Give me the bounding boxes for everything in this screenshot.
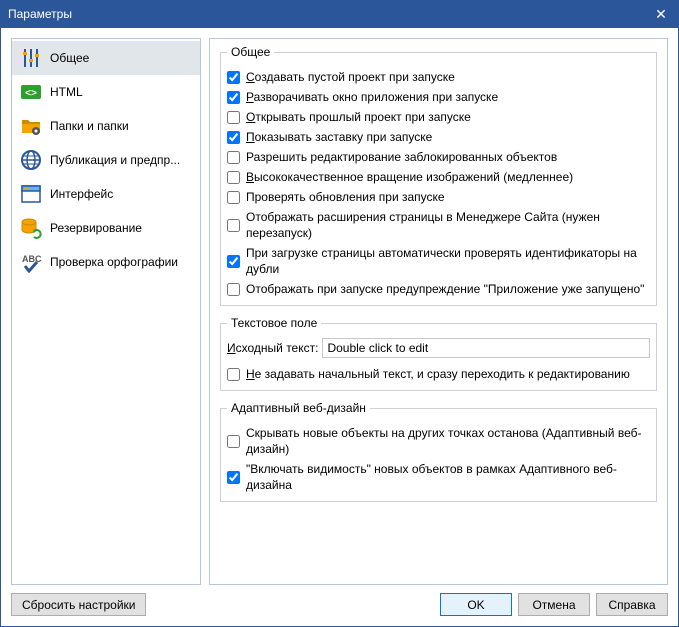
checkbox-label: Разворачивать окно приложения при запуск… <box>246 89 498 105</box>
checkbox-input[interactable] <box>227 283 240 296</box>
spellcheck-icon: ABC <box>20 251 42 273</box>
sidebar-item-html[interactable]: <> HTML <box>12 75 200 109</box>
checkbox-input[interactable] <box>227 191 240 204</box>
group-textfield: Текстовое поле Исходный текст: Не задава… <box>220 316 657 391</box>
general-row[interactable]: Создавать пустой проект при запуске <box>227 67 650 87</box>
folder-gear-icon <box>20 115 42 137</box>
checkbox-input[interactable] <box>227 471 240 484</box>
group-general-legend: Общее <box>227 45 274 59</box>
group-textfield-legend: Текстовое поле <box>227 316 321 330</box>
general-row[interactable]: Проверять обновления при запуске <box>227 187 650 207</box>
sidebar-item-label: HTML <box>50 85 83 99</box>
titlebar: Параметры ✕ <box>0 0 679 28</box>
checkbox-input[interactable] <box>227 71 240 84</box>
source-text-input[interactable] <box>322 338 650 358</box>
sidebar-item-label: Папки и папки <box>50 119 129 133</box>
general-row[interactable]: Показывать заставку при запуске <box>227 127 650 147</box>
checkbox-label: Показывать заставку при запуске <box>246 129 432 145</box>
database-refresh-icon <box>20 217 42 239</box>
checkbox-input[interactable] <box>227 171 240 184</box>
checkbox-input[interactable] <box>227 91 240 104</box>
checkbox-input[interactable] <box>227 151 240 164</box>
general-row[interactable]: Высококачественное вращение изображений … <box>227 167 650 187</box>
checkbox-input[interactable] <box>227 255 240 268</box>
group-general: Общее Создавать пустой проект при запуск… <box>220 45 657 306</box>
checkbox-label: Отображать при запуске предупреждение "П… <box>246 281 644 297</box>
general-row[interactable]: Отображать при запуске предупреждение "П… <box>227 279 650 299</box>
cancel-button[interactable]: Отмена <box>518 593 590 616</box>
sidebar-item-general[interactable]: Общее <box>12 41 200 75</box>
checkbox-label: Высококачественное вращение изображений … <box>246 169 573 185</box>
group-responsive-legend: Адаптивный веб-дизайн <box>227 401 370 415</box>
checkbox-label: "Включать видимость" новых объектов в ра… <box>246 461 650 493</box>
window-icon <box>20 183 42 205</box>
general-row[interactable]: Отображать расширения страницы в Менедже… <box>227 207 650 243</box>
checkbox-input[interactable] <box>227 368 240 381</box>
sidebar-item-backup[interactable]: Резервирование <box>12 211 200 245</box>
reset-button[interactable]: Сбросить настройки <box>11 593 146 616</box>
checkbox-input[interactable] <box>227 111 240 124</box>
sidebar-item-label: Общее <box>50 51 89 65</box>
sidebar: Общее <> HTML <box>11 38 201 585</box>
general-row[interactable]: Разворачивать окно приложения при запуск… <box>227 87 650 107</box>
sidebar-item-publish[interactable]: Публикация и предпр... <box>12 143 200 177</box>
general-row[interactable]: Открывать прошлый проект при запуске <box>227 107 650 127</box>
checkbox-label: Отображать расширения страницы в Менедже… <box>246 209 650 241</box>
source-text-label: Исходный текст: <box>227 341 318 355</box>
help-button[interactable]: Справка <box>596 593 668 616</box>
sidebar-item-label: Проверка орфографии <box>50 255 178 269</box>
checkbox-label: Скрывать новые объекты на других точках … <box>246 425 650 457</box>
checkbox-label: Не задавать начальный текст, и сразу пер… <box>246 366 630 382</box>
checkbox-label: Открывать прошлый проект при запуске <box>246 109 471 125</box>
close-icon[interactable]: ✕ <box>651 6 671 23</box>
sidebar-item-label: Интерфейс <box>50 187 113 201</box>
checkbox-skip-initial[interactable]: Не задавать начальный текст, и сразу пер… <box>227 364 650 384</box>
ok-button[interactable]: OK <box>440 593 512 616</box>
checkbox-label: Проверять обновления при запуске <box>246 189 445 205</box>
window-title: Параметры <box>8 7 72 21</box>
group-responsive: Адаптивный веб-дизайн Скрывать новые объ… <box>220 401 657 502</box>
content-panel: Общее Создавать пустой проект при запуск… <box>209 38 668 585</box>
sliders-icon <box>20 47 42 69</box>
checkbox-label: Разрешить редактирование заблокированных… <box>246 149 557 165</box>
dialog-buttons: Сбросить настройки OK Отмена Справка <box>11 593 668 616</box>
responsive-row[interactable]: "Включать видимость" новых объектов в ра… <box>227 459 650 495</box>
responsive-row[interactable]: Скрывать новые объекты на других точках … <box>227 423 650 459</box>
checkbox-label: При загрузке страницы автоматически пров… <box>246 245 650 277</box>
general-row[interactable]: При загрузке страницы автоматически пров… <box>227 243 650 279</box>
checkbox-input[interactable] <box>227 131 240 144</box>
sidebar-item-spellcheck[interactable]: ABC Проверка орфографии <box>12 245 200 279</box>
general-row[interactable]: Разрешить редактирование заблокированных… <box>227 147 650 167</box>
html-icon: <> <box>20 81 42 103</box>
sidebar-item-label: Публикация и предпр... <box>50 153 180 167</box>
sidebar-item-interface[interactable]: Интерфейс <box>12 177 200 211</box>
checkbox-label: Создавать пустой проект при запуске <box>246 69 455 85</box>
globe-icon <box>20 149 42 171</box>
checkbox-input[interactable] <box>227 219 240 232</box>
sidebar-item-label: Резервирование <box>50 221 142 235</box>
svg-text:<>: <> <box>25 88 37 99</box>
sidebar-item-folders[interactable]: Папки и папки <box>12 109 200 143</box>
checkbox-input[interactable] <box>227 435 240 448</box>
svg-text:ABC: ABC <box>22 254 42 264</box>
